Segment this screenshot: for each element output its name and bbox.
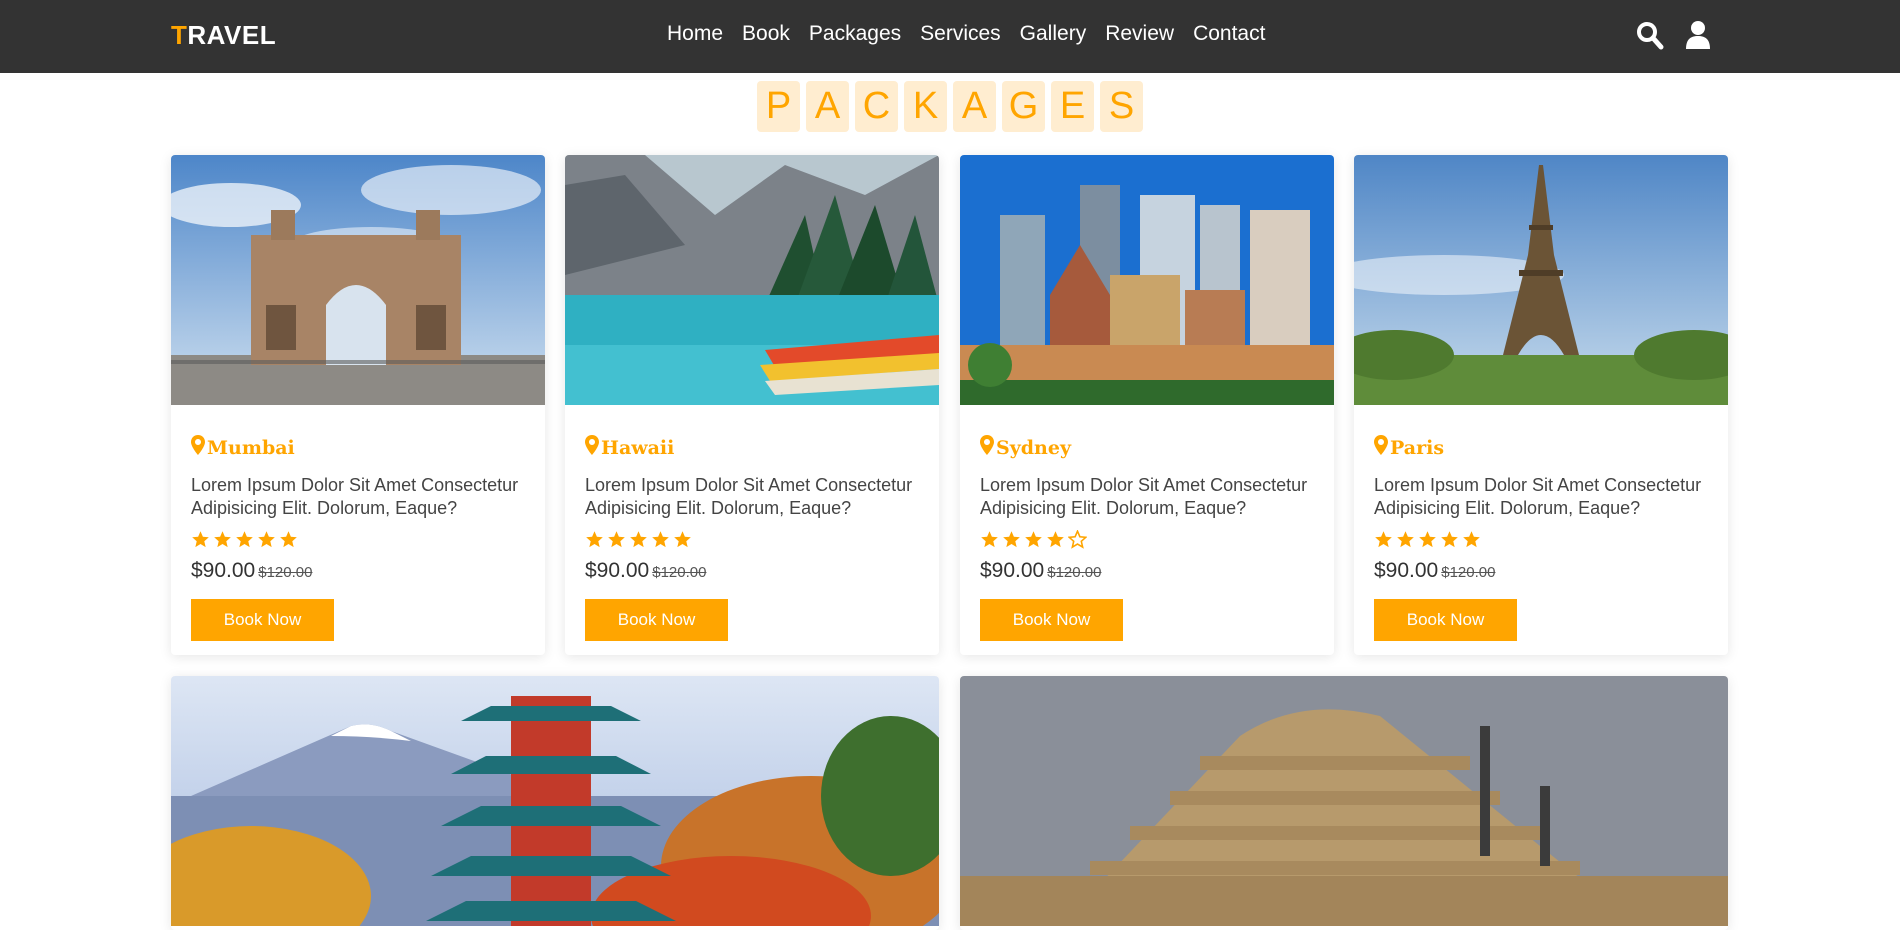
card-price: $90.00 $120.00 [585,559,919,583]
star-filled-icon [585,530,604,550]
card-location: Sydney [980,435,1314,460]
star-filled-icon [651,530,670,550]
heading-letter: A [806,81,849,132]
package-card-mumbai: Mumbai Lorem Ipsum Dolor Sit Amet Consec… [171,155,545,655]
card-description: Lorem Ipsum Dolor Sit Amet Consectetur A… [585,475,913,518]
star-filled-icon [1440,530,1459,550]
heading-letter: K [904,81,947,132]
old-price: $120.00 [1047,564,1102,581]
nav-link-contact[interactable]: Contact [1193,22,1265,46]
old-price: $120.00 [258,564,313,581]
nav-link-gallery[interactable]: Gallery [1020,22,1087,46]
brand-first-letter: T [171,20,188,50]
city-skyline-image [960,155,1334,405]
rating-stars [585,530,919,550]
eiffel-tower-image [1354,155,1728,405]
section-heading-packages: P A C K A G E S [0,81,1900,132]
package-card-wide-egypt [960,676,1728,930]
rating-stars [980,529,1314,550]
book-now-button[interactable]: Book Now [1374,599,1517,641]
nav-link-book[interactable]: Book [742,22,790,46]
location-name: Hawaii [601,436,675,459]
current-price: $90.00 [585,559,650,582]
heading-letter: P [757,81,800,132]
star-empty-icon [1067,529,1088,550]
star-filled-icon [191,530,210,550]
old-price: $120.00 [1441,564,1496,581]
book-now-button[interactable]: Book Now [191,599,334,641]
card-location: Hawaii [585,435,919,460]
star-filled-icon [1046,530,1065,550]
nav-icons [1636,20,1712,50]
card-content: Paris Lorem Ipsum Dolor Sit Amet Consect… [1374,435,1708,641]
step-pyramid-image [960,676,1728,926]
old-price: $120.00 [652,564,707,581]
main-nav: Home Book Packages Services Gallery Revi… [667,22,1265,46]
star-filled-icon [1462,530,1481,550]
card-description: Lorem Ipsum Dolor Sit Amet Consectetur A… [1374,475,1702,518]
current-price: $90.00 [191,559,256,582]
heading-letter: A [953,81,996,132]
map-pin-icon [585,435,599,460]
star-filled-icon [980,530,999,550]
nav-link-home[interactable]: Home [667,22,723,46]
star-filled-icon [629,530,648,550]
nav-link-review[interactable]: Review [1105,22,1174,46]
brand-logo[interactable]: TRAVEL [171,20,276,51]
book-now-button[interactable]: Book Now [585,599,728,641]
card-content: Mumbai Lorem Ipsum Dolor Sit Amet Consec… [191,435,525,641]
card-location: Mumbai [191,435,525,460]
card-description: Lorem Ipsum Dolor Sit Amet Consectetur A… [191,475,519,518]
star-filled-icon [607,530,626,550]
location-name: Paris [1390,436,1445,459]
star-filled-icon [213,530,232,550]
nav-link-services[interactable]: Services [920,22,1001,46]
location-name: Mumbai [207,436,295,459]
package-card-hawaii: Hawaii Lorem Ipsum Dolor Sit Amet Consec… [565,155,939,655]
heading-letter: C [855,81,898,132]
current-price: $90.00 [1374,559,1439,582]
card-content: Hawaii Lorem Ipsum Dolor Sit Amet Consec… [585,435,919,641]
pagoda-fuji-image [171,676,939,926]
card-price: $90.00 $120.00 [980,559,1314,583]
map-pin-icon [1374,435,1388,460]
star-filled-icon [1374,530,1393,550]
rating-stars [1374,530,1708,550]
current-price: $90.00 [980,559,1045,582]
heading-letter: G [1002,81,1045,132]
search-icon[interactable] [1636,20,1664,50]
star-filled-icon [279,530,298,550]
gateway-of-india-image [171,155,545,405]
book-now-button[interactable]: Book Now [980,599,1123,641]
card-description: Lorem Ipsum Dolor Sit Amet Consectetur A… [980,475,1308,518]
star-filled-icon [1396,530,1415,550]
star-filled-icon [1002,530,1021,550]
location-name: Sydney [996,436,1071,459]
card-location: Paris [1374,435,1708,460]
map-pin-icon [980,435,994,460]
rating-stars [191,530,525,550]
card-price: $90.00 $120.00 [1374,559,1708,583]
star-filled-icon [235,530,254,550]
package-card-wide-japan [171,676,939,930]
star-filled-icon [257,530,276,550]
heading-letter: E [1051,81,1094,132]
nav-link-packages[interactable]: Packages [809,22,901,46]
user-icon[interactable] [1684,20,1712,50]
card-content: Sydney Lorem Ipsum Dolor Sit Amet Consec… [980,435,1314,641]
mountain-lake-image [565,155,939,405]
brand-rest: RAVEL [187,20,277,50]
package-card-sydney: Sydney Lorem Ipsum Dolor Sit Amet Consec… [960,155,1334,655]
card-price: $90.00 $120.00 [191,559,525,583]
star-filled-icon [673,530,692,550]
heading-letter: S [1100,81,1143,132]
star-filled-icon [1418,530,1437,550]
top-navbar: TRAVEL Home Book Packages Services Galle… [0,0,1900,73]
star-filled-icon [1024,530,1043,550]
map-pin-icon [191,435,205,460]
package-card-paris: Paris Lorem Ipsum Dolor Sit Amet Consect… [1354,155,1728,655]
